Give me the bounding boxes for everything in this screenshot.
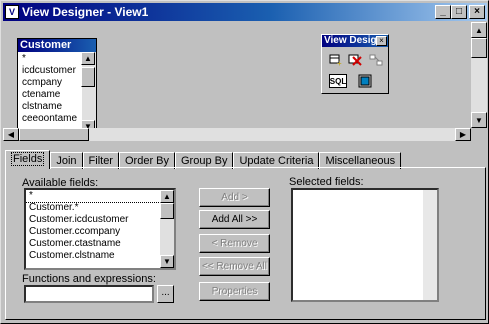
design-vertical-scrollbar[interactable]: ▲ ▼ [471,22,487,128]
scroll-thumb[interactable] [471,38,487,58]
available-fields-scrollbar[interactable]: ▲ ▼ [160,190,174,268]
close-button[interactable]: × [469,5,485,19]
table-field-item[interactable]: ctename [18,89,82,101]
scroll-left-arrow-icon[interactable]: ◀ [3,128,19,141]
tab-fields[interactable]: Fields [5,150,51,169]
scroll-up-arrow-icon[interactable]: ▲ [81,52,95,65]
fields-tab-panel: Available fields: * Customer.* Customer.ic… [5,167,486,320]
view-designer-app-icon: V [5,5,19,19]
table-field-item[interactable]: * [18,53,82,65]
maximize-button[interactable]: □ [451,5,467,19]
scroll-down-arrow-icon[interactable]: ▼ [471,112,487,128]
scroll-thumb[interactable] [19,128,89,141]
scroll-up-arrow-icon[interactable]: ▲ [471,22,487,38]
tab-strip: Fields Join Filter Order By Group By Update C… [5,150,402,169]
remove-all-button[interactable]: << Remove All [199,257,270,276]
scroll-thumb[interactable] [81,67,95,87]
available-field-item[interactable]: Customer.ctastname [26,238,174,250]
scroll-right-arrow-icon[interactable]: ▶ [455,128,471,141]
customer-table-window[interactable]: Customer * icdcustomer ccmpany ctename clstn… [17,38,97,134]
tab-label: Update Criteria [239,155,314,167]
properties-button[interactable]: Properties [199,282,270,301]
available-field-item[interactable]: Customer.ccompany [26,226,174,238]
available-field-item[interactable]: * [26,190,161,203]
design-surface[interactable]: Customer * icdcustomer ccmpany ctename clstn… [3,22,487,141]
available-field-item[interactable]: Customer.* [26,202,174,214]
scroll-down-arrow-icon[interactable]: ▼ [160,255,174,268]
functions-expressions-input[interactable] [24,285,154,303]
toolbar-close-icon[interactable]: × [376,36,387,46]
svg-text:+: + [337,59,342,66]
customer-field-list[interactable]: * icdcustomer ccmpany ctename clstname ceeoon… [18,53,82,133]
view-designer-window: V View Designer - View1 _ □ × Customer *… [0,0,489,324]
selected-fields-label: Selected fields: [289,176,364,188]
scroll-up-arrow-icon[interactable]: ▲ [160,190,174,203]
table-field-item[interactable]: clstname [18,101,82,113]
tab-label: Miscellaneous [325,155,396,167]
tab-label: Order By [124,155,169,167]
selected-fields-list[interactable] [291,188,439,302]
selected-fields-scrollbar [423,190,437,300]
view-designer-toolbar: View Desig × + SQL [321,34,389,94]
available-field-item[interactable]: Customer.clstname [26,250,174,262]
remove-button[interactable]: < Remove [199,234,270,253]
tab-label: Group By [181,155,228,167]
scrollbar-corner [471,128,487,141]
maximize-table-view-icon[interactable] [356,73,374,89]
remove-table-icon[interactable] [346,52,364,68]
title-bar[interactable]: V View Designer - View1 _ □ × [3,3,487,21]
table-field-item[interactable]: ccmpany [18,77,82,89]
design-horizontal-scrollbar[interactable]: ◀ ▶ [3,128,471,141]
show-sql-button[interactable]: SQL [329,74,347,88]
tab-label: Join [56,155,77,167]
add-table-icon[interactable]: + [327,52,345,68]
expression-builder-button[interactable]: ... [157,285,174,303]
tab-label: Filter [88,155,113,167]
add-all-button[interactable]: Add All >> [199,210,270,229]
add-join-icon[interactable] [367,52,385,68]
table-field-item[interactable]: icdcustomer [18,65,82,77]
table-field-item[interactable]: ceeoontame [18,113,82,125]
available-fields-list[interactable]: * Customer.* Customer.icdcustomer Customer.… [24,188,176,270]
tab-label: Fields [11,152,45,166]
functions-expressions-label: Functions and expressions: [22,273,156,285]
scroll-thumb[interactable] [160,203,174,219]
customer-table-title[interactable]: Customer [18,39,96,52]
window-title: View Designer - View1 [22,5,149,19]
available-field-item[interactable]: Customer.icdcustomer [26,214,174,226]
table-scrollbar[interactable]: ▲ ▼ [81,52,96,133]
minimize-button[interactable]: _ [435,5,451,19]
add-button[interactable]: Add > [199,188,270,207]
